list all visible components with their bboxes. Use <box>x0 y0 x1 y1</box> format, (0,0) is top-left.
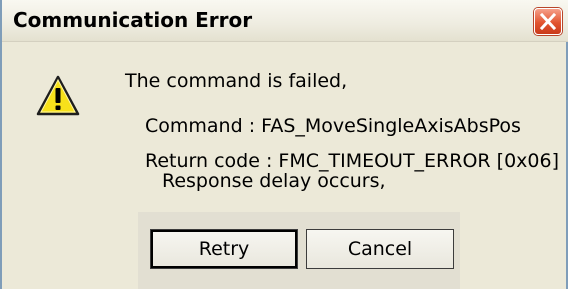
message-return-code: Return code : FMC_TIMEOUT_ERROR [0x06] <box>145 150 559 172</box>
close-icon <box>539 13 557 30</box>
title-bar[interactable]: Communication Error <box>2 0 568 42</box>
message-command: Command : FAS_MoveSingleAxisAbsPos <box>145 115 521 137</box>
retry-button-label: Retry <box>198 238 250 260</box>
cancel-button-label: Cancel <box>347 238 413 260</box>
dialog-title: Communication Error <box>13 8 253 32</box>
cancel-button[interactable]: Cancel <box>306 229 454 269</box>
message-headline: The command is failed, <box>125 70 348 92</box>
close-button[interactable] <box>534 8 562 35</box>
retry-button[interactable]: Retry <box>150 229 298 269</box>
warning-icon <box>36 75 80 116</box>
button-panel: Retry Cancel <box>138 212 460 289</box>
error-dialog: Communication Error The command is faile… <box>0 0 568 289</box>
message-detail: Response delay occurs, <box>162 170 386 192</box>
